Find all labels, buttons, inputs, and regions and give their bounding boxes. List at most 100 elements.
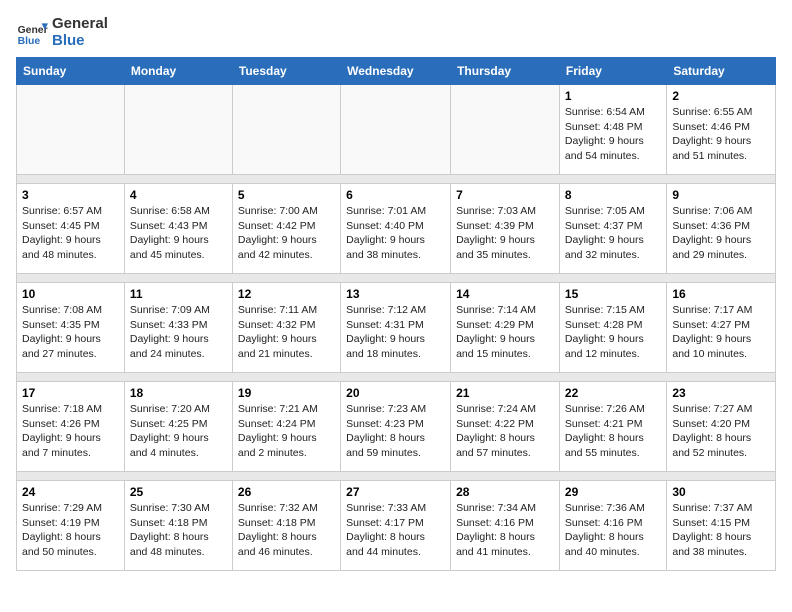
day-number: 25: [130, 485, 227, 499]
calendar-cell: [232, 85, 340, 175]
day-number: 12: [238, 287, 335, 301]
calendar-cell: 4Sunrise: 6:58 AM Sunset: 4:43 PM Daylig…: [124, 184, 232, 274]
calendar-cell: [17, 85, 125, 175]
weekday-header-tuesday: Tuesday: [232, 58, 340, 85]
day-number: 3: [22, 188, 119, 202]
day-number: 19: [238, 386, 335, 400]
day-info: Sunrise: 7:29 AM Sunset: 4:19 PM Dayligh…: [22, 501, 119, 560]
calendar-cell: 25 Sunrise: 7:30 AM Sunset: 4:18 PM Dayli…: [124, 481, 232, 571]
calendar-cell: 9 Sunrise: 7:06 AM Sunset: 4:36 PM Daylig…: [667, 184, 776, 274]
calendar-cell: 22Sunrise: 7:26 AM Sunset: 4:21 PM Dayli…: [559, 382, 666, 472]
calendar-cell: 28 Sunrise: 7:34 AM Sunset: 4:16 PM Dayli…: [451, 481, 560, 571]
calendar-cell: 2Sunrise: 6:55 AM Sunset: 4:46 PM Daylig…: [667, 85, 776, 175]
day-info: Sunrise: 7:20 AM Sunset: 4:25 PM Dayligh…: [130, 402, 227, 461]
weekday-header-thursday: Thursday: [451, 58, 560, 85]
day-info: Sunrise: 7:33 AM Sunset: 4:17 PM Dayligh…: [346, 501, 445, 560]
weekday-header-monday: Monday: [124, 58, 232, 85]
day-number: 7: [456, 188, 554, 202]
logo-icon: General Blue: [16, 17, 48, 49]
calendar-cell: 21 Sunrise: 7:24 AM Sunset: 4:22 PM Dayli…: [451, 382, 560, 472]
day-info: Sunrise: 7:15 AM Sunset: 4:28 PM Dayligh…: [565, 303, 661, 362]
day-number: 14: [456, 287, 554, 301]
day-number: 6: [346, 188, 445, 202]
day-number: 9: [672, 188, 770, 202]
day-info: Sunrise: 7:26 AM Sunset: 4:21 PM Dayligh…: [565, 402, 661, 461]
calendar-cell: 20Sunrise: 7:23 AM Sunset: 4:23 PM Dayli…: [341, 382, 451, 472]
day-info: Sunrise: 7:30 AM Sunset: 4:18 PM Dayligh…: [130, 501, 227, 560]
day-number: 17: [22, 386, 119, 400]
day-info: Sunrise: 7:06 AM Sunset: 4:36 PM Dayligh…: [672, 204, 770, 263]
day-info: Sunrise: 7:01 AM Sunset: 4:40 PM Dayligh…: [346, 204, 445, 263]
logo: General Blue General Blue: [16, 16, 108, 49]
header: General Blue General Blue: [16, 16, 776, 49]
day-info: Sunrise: 7:14 AM Sunset: 4:29 PM Dayligh…: [456, 303, 554, 362]
day-info: Sunrise: 6:54 AM Sunset: 4:48 PM Dayligh…: [565, 105, 661, 164]
weekday-header-row: SundayMondayTuesdayWednesdayThursdayFrid…: [17, 58, 776, 85]
calendar-cell: 18 Sunrise: 7:20 AM Sunset: 4:25 PM Dayli…: [124, 382, 232, 472]
day-info: Sunrise: 7:11 AM Sunset: 4:32 PM Dayligh…: [238, 303, 335, 362]
calendar-cell: 1Sunrise: 6:54 AM Sunset: 4:48 PM Daylig…: [559, 85, 666, 175]
day-info: Sunrise: 7:21 AM Sunset: 4:24 PM Dayligh…: [238, 402, 335, 461]
day-info: Sunrise: 7:36 AM Sunset: 4:16 PM Dayligh…: [565, 501, 661, 560]
week-row-3: 10 Sunrise: 7:08 AM Sunset: 4:35 PM Dayli…: [17, 283, 776, 373]
week-row-4: 17 Sunrise: 7:18 AM Sunset: 4:26 PM Dayli…: [17, 382, 776, 472]
calendar-cell: 10 Sunrise: 7:08 AM Sunset: 4:35 PM Dayli…: [17, 283, 125, 373]
calendar-cell: 29 Sunrise: 7:36 AM Sunset: 4:16 PM Dayli…: [559, 481, 666, 571]
week-spacer: [17, 472, 776, 481]
day-number: 5: [238, 188, 335, 202]
calendar-cell: 5Sunrise: 7:00 AM Sunset: 4:42 PM Daylig…: [232, 184, 340, 274]
calendar-cell: 12 Sunrise: 7:11 AM Sunset: 4:32 PM Dayli…: [232, 283, 340, 373]
day-info: Sunrise: 7:24 AM Sunset: 4:22 PM Dayligh…: [456, 402, 554, 461]
day-info: Sunrise: 7:37 AM Sunset: 4:15 PM Dayligh…: [672, 501, 770, 560]
day-info: Sunrise: 7:18 AM Sunset: 4:26 PM Dayligh…: [22, 402, 119, 461]
day-number: 29: [565, 485, 661, 499]
calendar-cell: 17 Sunrise: 7:18 AM Sunset: 4:26 PM Dayli…: [17, 382, 125, 472]
day-info: Sunrise: 7:23 AM Sunset: 4:23 PM Dayligh…: [346, 402, 445, 461]
calendar-cell: 16Sunrise: 7:17 AM Sunset: 4:27 PM Dayli…: [667, 283, 776, 373]
calendar-cell: 14 Sunrise: 7:14 AM Sunset: 4:29 PM Dayli…: [451, 283, 560, 373]
day-number: 8: [565, 188, 661, 202]
day-number: 27: [346, 485, 445, 499]
calendar-cell: 3Sunrise: 6:57 AM Sunset: 4:45 PM Daylig…: [17, 184, 125, 274]
day-info: Sunrise: 7:34 AM Sunset: 4:16 PM Dayligh…: [456, 501, 554, 560]
day-number: 13: [346, 287, 445, 301]
day-number: 21: [456, 386, 554, 400]
calendar-cell: [341, 85, 451, 175]
weekday-header-wednesday: Wednesday: [341, 58, 451, 85]
day-info: Sunrise: 7:09 AM Sunset: 4:33 PM Dayligh…: [130, 303, 227, 362]
calendar-cell: 26 Sunrise: 7:32 AM Sunset: 4:18 PM Dayli…: [232, 481, 340, 571]
day-info: Sunrise: 7:27 AM Sunset: 4:20 PM Dayligh…: [672, 402, 770, 461]
week-spacer: [17, 175, 776, 184]
day-number: 23: [672, 386, 770, 400]
week-row-5: 24 Sunrise: 7:29 AM Sunset: 4:19 PM Dayli…: [17, 481, 776, 571]
day-number: 4: [130, 188, 227, 202]
calendar-cell: 15 Sunrise: 7:15 AM Sunset: 4:28 PM Dayli…: [559, 283, 666, 373]
calendar-cell: 24 Sunrise: 7:29 AM Sunset: 4:19 PM Dayli…: [17, 481, 125, 571]
day-number: 15: [565, 287, 661, 301]
week-row-1: 1Sunrise: 6:54 AM Sunset: 4:48 PM Daylig…: [17, 85, 776, 175]
calendar-cell: 7 Sunrise: 7:03 AM Sunset: 4:39 PM Daylig…: [451, 184, 560, 274]
day-number: 10: [22, 287, 119, 301]
day-info: Sunrise: 7:05 AM Sunset: 4:37 PM Dayligh…: [565, 204, 661, 263]
weekday-header-saturday: Saturday: [667, 58, 776, 85]
day-info: Sunrise: 7:03 AM Sunset: 4:39 PM Dayligh…: [456, 204, 554, 263]
logo-text-general: General: [52, 16, 108, 33]
week-row-2: 3Sunrise: 6:57 AM Sunset: 4:45 PM Daylig…: [17, 184, 776, 274]
day-number: 26: [238, 485, 335, 499]
calendar-cell: 6 Sunrise: 7:01 AM Sunset: 4:40 PM Daylig…: [341, 184, 451, 274]
day-number: 11: [130, 287, 227, 301]
calendar: SundayMondayTuesdayWednesdayThursdayFrid…: [16, 57, 776, 571]
day-info: Sunrise: 7:12 AM Sunset: 4:31 PM Dayligh…: [346, 303, 445, 362]
weekday-header-sunday: Sunday: [17, 58, 125, 85]
calendar-cell: 19 Sunrise: 7:21 AM Sunset: 4:24 PM Dayli…: [232, 382, 340, 472]
calendar-cell: 27 Sunrise: 7:33 AM Sunset: 4:17 PM Dayli…: [341, 481, 451, 571]
calendar-cell: 30Sunrise: 7:37 AM Sunset: 4:15 PM Dayli…: [667, 481, 776, 571]
day-number: 28: [456, 485, 554, 499]
day-info: Sunrise: 7:08 AM Sunset: 4:35 PM Dayligh…: [22, 303, 119, 362]
day-info: Sunrise: 6:55 AM Sunset: 4:46 PM Dayligh…: [672, 105, 770, 164]
week-spacer: [17, 274, 776, 283]
svg-text:Blue: Blue: [18, 36, 41, 47]
day-number: 18: [130, 386, 227, 400]
day-number: 24: [22, 485, 119, 499]
day-info: Sunrise: 7:32 AM Sunset: 4:18 PM Dayligh…: [238, 501, 335, 560]
